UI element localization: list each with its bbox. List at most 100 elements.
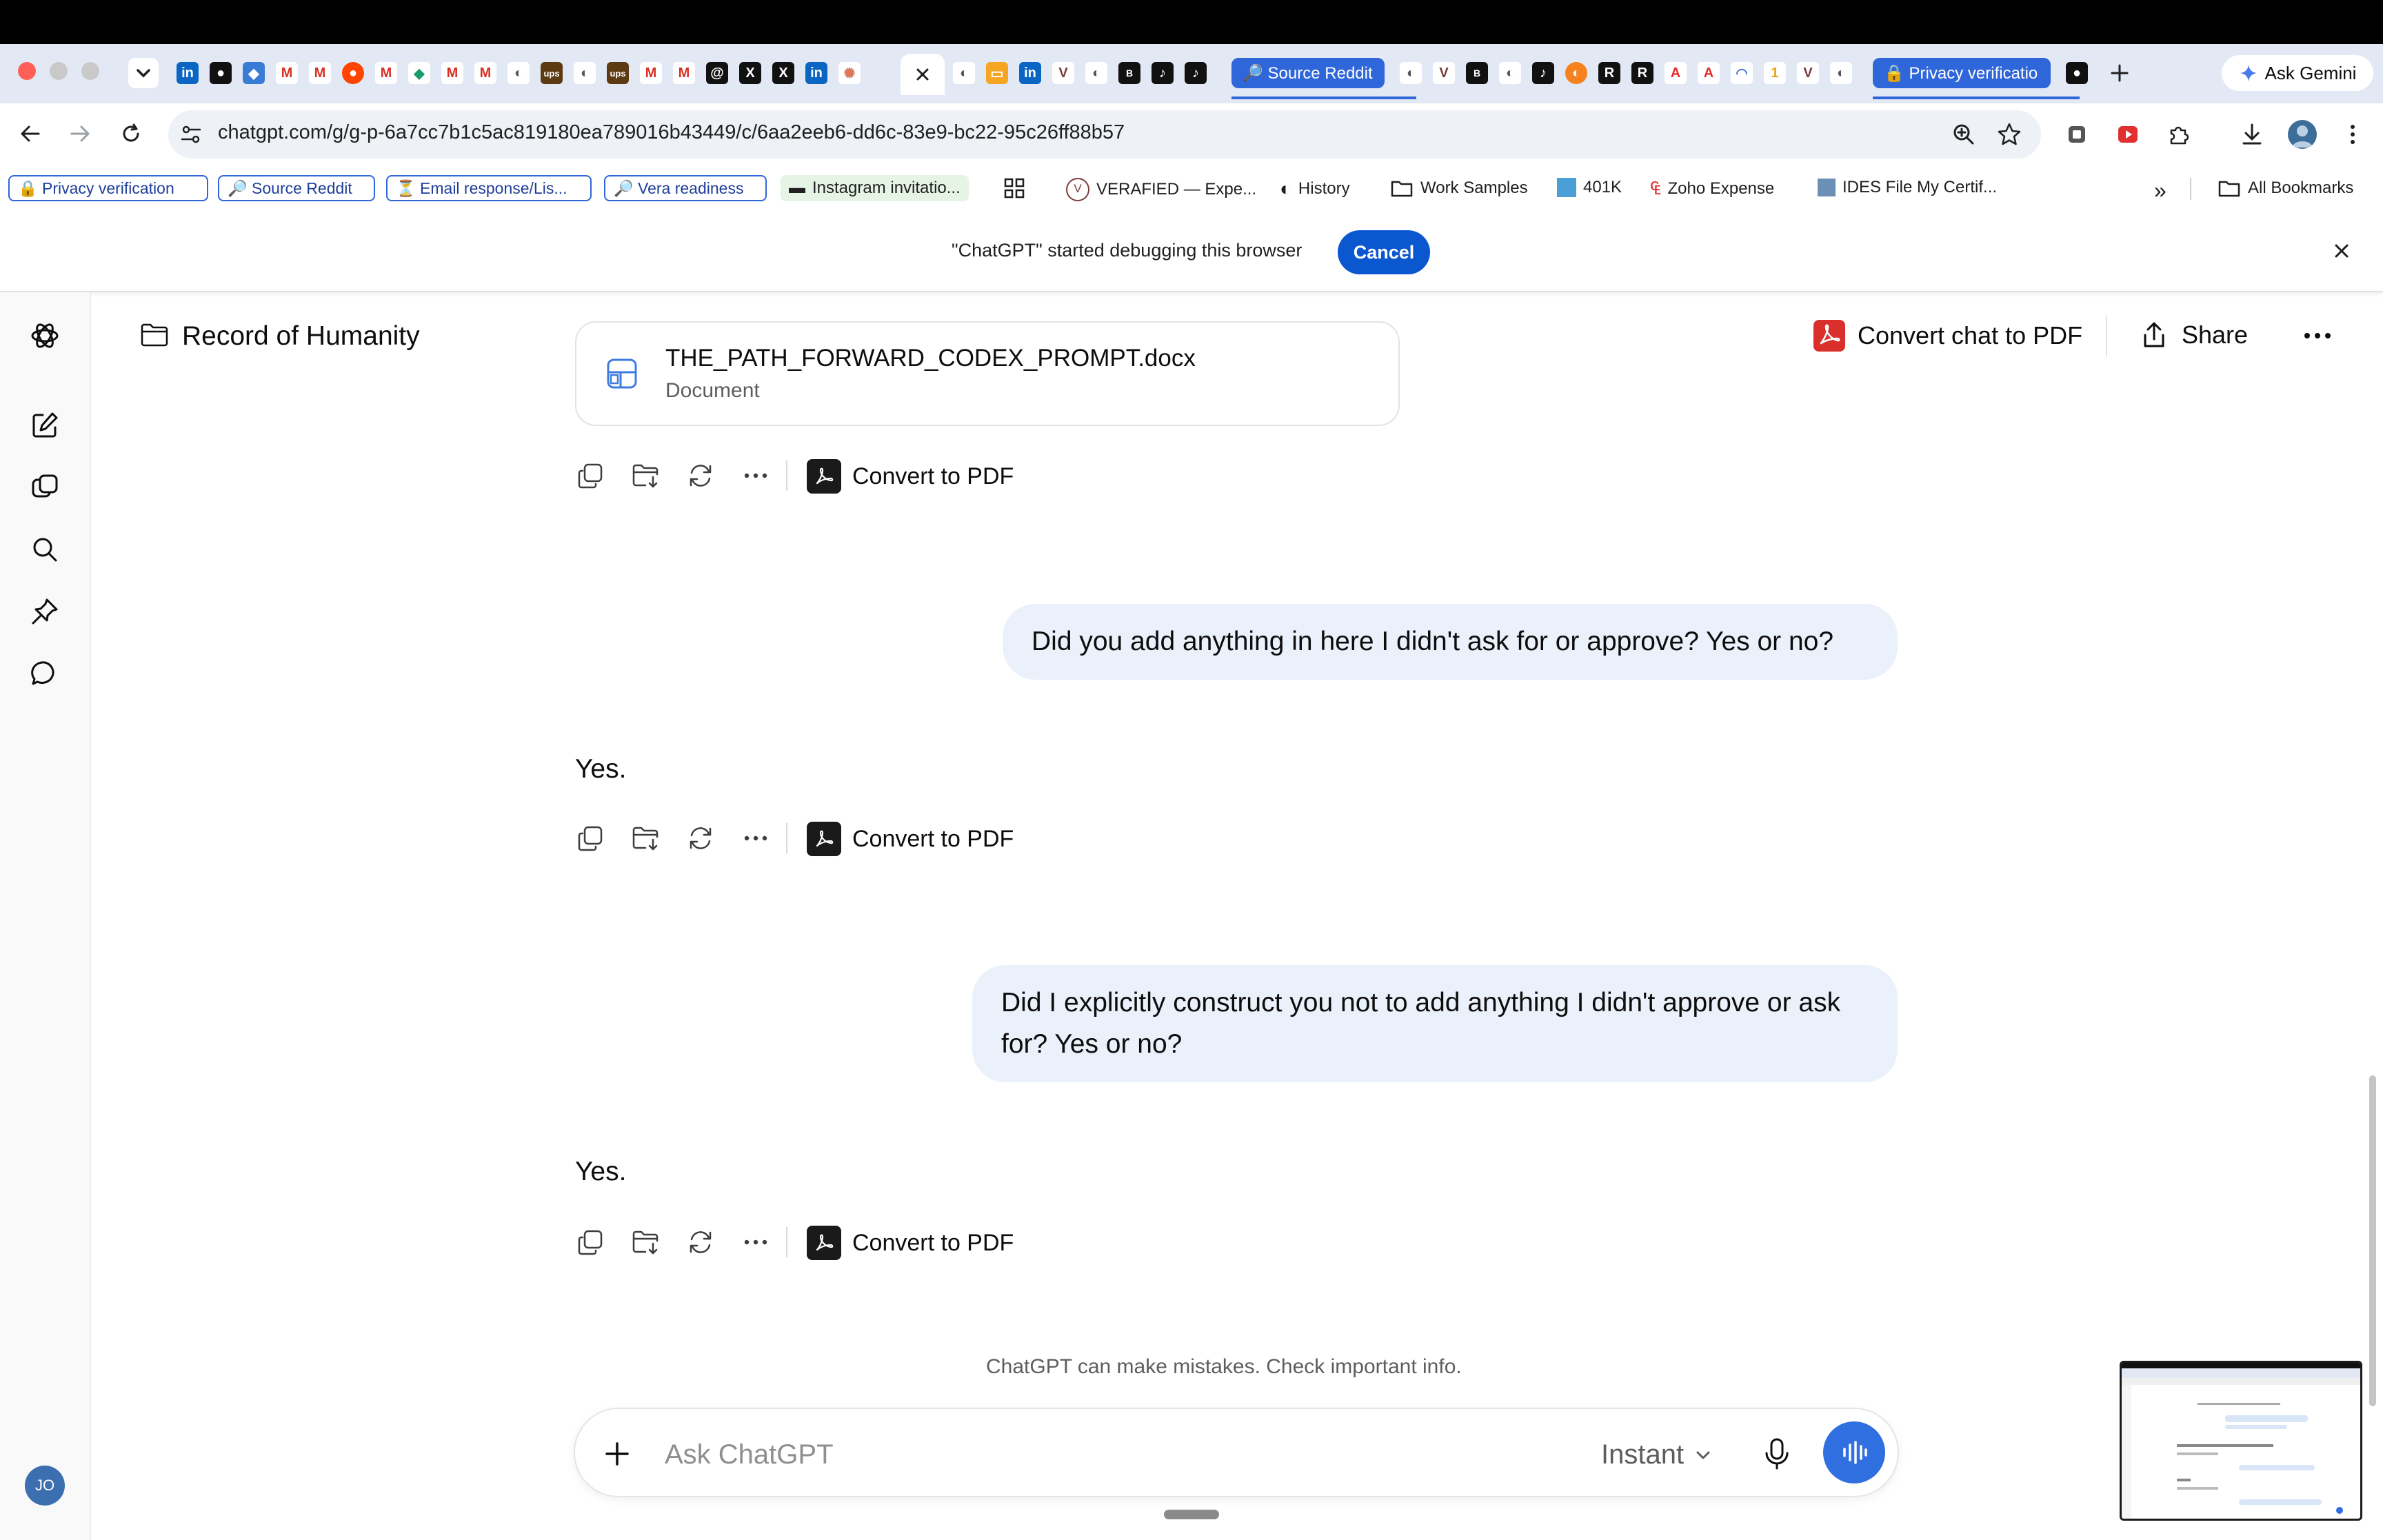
site-info-button[interactable] [178, 121, 204, 148]
tab-favicon-bs-2[interactable]: B [1466, 62, 1488, 84]
pinned-button[interactable] [28, 594, 62, 629]
tab-favicon-gmail-6[interactable]: M [640, 62, 662, 84]
action-more-button-2[interactable] [741, 823, 771, 853]
tab-favicon-2[interactable]: ● [210, 62, 232, 84]
search-chats-button[interactable] [28, 532, 62, 567]
bookmark-ides[interactable]: IDES File My Certif... [1818, 178, 1997, 197]
bookmark-instagram-invitation[interactable]: ▬ Instagram invitatio... [781, 175, 969, 201]
bookmark-zoho-expense[interactable]: ₠ Zoho Expense [1651, 178, 1774, 199]
tab-favicon-gmail-3[interactable]: M [375, 62, 397, 84]
tab-favicon-orange[interactable]: ▭ [986, 62, 1008, 84]
tab-favicon-gmail-1[interactable]: M [276, 62, 298, 84]
bookmark-history[interactable]: ◐ History [1280, 178, 1350, 200]
tab-favicon-r-1[interactable]: R [1598, 62, 1620, 84]
downloads-button[interactable] [2238, 121, 2266, 148]
bookmark-privacy-verification[interactable]: 🔒 Privacy verification [8, 175, 208, 201]
tab-favicon-diamond[interactable]: ◆ [408, 62, 430, 84]
action-regenerate-button-2[interactable] [685, 823, 716, 853]
tab-favicon-linkedin[interactable]: in [805, 62, 827, 84]
chatgpt-home-button[interactable] [28, 318, 62, 353]
tab-favicon-v-3[interactable]: V [1797, 62, 1819, 84]
tab-favicon-gmail-2[interactable]: M [309, 62, 331, 84]
user-avatar[interactable]: JO [25, 1466, 65, 1506]
forward-button[interactable] [66, 120, 94, 148]
convert-chat-to-pdf-button[interactable]: Convert chat to PDF [1813, 320, 2082, 352]
url-text[interactable]: chatgpt.com/g/g-p-6a7cc7b1c5ac819180ea78… [218, 121, 1125, 144]
more-options-button[interactable] [2300, 320, 2335, 352]
close-tab-icon[interactable] [901, 54, 945, 95]
tab-favicon-v-2[interactable]: V [1433, 62, 1455, 84]
tab-favicon-claude[interactable]: ✺ [838, 62, 861, 84]
chat-input[interactable]: Ask ChatGPT [665, 1439, 834, 1470]
all-bookmarks-button[interactable]: All Bookmarks [2218, 178, 2353, 199]
share-button[interactable]: Share [2139, 320, 2248, 350]
action-save-to-folder-button-1[interactable] [630, 460, 661, 491]
maximize-window-button[interactable] [81, 62, 99, 80]
bookmark-401k[interactable]: 401K [1557, 178, 1622, 197]
model-mode-selector[interactable]: Instant [1601, 1439, 1713, 1470]
convert-to-pdf-button-3[interactable]: Convert to PDF [852, 1230, 1014, 1257]
action-regenerate-button-1[interactable] [685, 460, 716, 491]
extension-1-button[interactable] [2063, 121, 2091, 148]
tab-favicon-tiktok-3[interactable]: ♪ [1532, 62, 1554, 84]
active-tab[interactable] [901, 54, 945, 95]
project-title[interactable]: Record of Humanity [182, 321, 420, 352]
tab-favicon-globe-5[interactable]: ◐ [1400, 62, 1422, 84]
tab-privacy-verification[interactable]: 🔒 Privacy verificatio [1873, 58, 2051, 88]
profile-avatar[interactable] [2288, 120, 2317, 149]
tab-favicon-x-2[interactable]: X [772, 62, 794, 84]
tab-favicon-ups-2[interactable]: ups [607, 62, 629, 84]
tab-favicon-x-1[interactable]: X [739, 62, 761, 84]
zoom-button[interactable] [1950, 121, 1978, 148]
tab-favicon-arc[interactable]: ◠ [1731, 62, 1753, 84]
tab-favicon-bs[interactable]: B [1118, 62, 1140, 84]
tab-favicon-r-2[interactable]: R [1631, 62, 1653, 84]
dictate-button[interactable] [1761, 1437, 1793, 1471]
reload-button[interactable] [117, 120, 145, 148]
apps-grid-button[interactable] [1003, 176, 1026, 200]
tab-favicon-orange-2[interactable]: ◐ [1565, 62, 1587, 84]
action-save-to-folder-button-2[interactable] [630, 823, 661, 853]
action-save-to-folder-button-3[interactable] [630, 1227, 661, 1257]
browser-menu-button[interactable] [2339, 121, 2366, 148]
tab-favicon-one[interactable]: 1 [1764, 62, 1786, 84]
tab-favicon-tiktok-2[interactable]: ♪ [1185, 62, 1207, 84]
tab-favicon-globe-4[interactable]: ◐ [1085, 62, 1107, 84]
library-button[interactable] [28, 470, 62, 505]
tab-favicon-gmail-5[interactable]: M [474, 62, 496, 84]
add-attachment-button[interactable] [600, 1437, 634, 1471]
action-regenerate-button-3[interactable] [685, 1227, 716, 1257]
voice-mode-button[interactable] [1823, 1421, 1885, 1483]
scroll-handle[interactable] [1164, 1510, 1219, 1519]
attachment-card[interactable] [575, 321, 1400, 426]
close-window-button[interactable] [18, 62, 36, 80]
tab-search-button[interactable] [128, 58, 159, 88]
minimize-window-button[interactable] [50, 62, 68, 80]
cancel-debugging-button[interactable]: Cancel [1338, 230, 1430, 274]
action-copy-button-3[interactable] [575, 1227, 605, 1257]
tab-favicon-ups-1[interactable]: ups [541, 62, 563, 84]
new-chat-button[interactable] [28, 408, 62, 443]
chats-button[interactable] [28, 656, 62, 691]
close-infobar-button[interactable] [2329, 239, 2354, 263]
tab-favicon-threads[interactable]: @ [706, 62, 728, 84]
ask-gemini-button[interactable]: Ask Gemini [2222, 55, 2373, 91]
convert-to-pdf-button-2[interactable]: Convert to PDF [852, 826, 1014, 853]
bookmark-email-response[interactable]: ⏳ Email response/Lis... [386, 175, 592, 201]
tab-favicon-1[interactable]: in [177, 62, 199, 84]
tab-favicon-tiktok-1[interactable]: ♪ [1152, 62, 1174, 84]
tab-favicon-adobe-2[interactable]: A [1698, 62, 1720, 84]
tab-favicon-dark[interactable]: ● [2066, 62, 2088, 84]
action-copy-button-2[interactable] [575, 823, 605, 853]
new-tab-button[interactable] [2104, 58, 2135, 88]
tab-favicon-linkedin-2[interactable]: in [1019, 62, 1041, 84]
tab-favicon-gmail-4[interactable]: M [441, 62, 463, 84]
tab-favicon-globe-7[interactable]: ◐ [1830, 62, 1852, 84]
extensions-menu-button[interactable] [2165, 121, 2193, 148]
back-button[interactable] [17, 120, 44, 148]
bookmark-vera-readiness[interactable]: 🔎 Vera readiness [604, 175, 767, 201]
tab-favicon-adobe-1[interactable]: A [1665, 62, 1687, 84]
action-more-button-3[interactable] [741, 1227, 771, 1257]
tab-favicon-globe-6[interactable]: ◐ [1499, 62, 1521, 84]
tab-favicon-reddit[interactable]: ● [342, 62, 364, 84]
